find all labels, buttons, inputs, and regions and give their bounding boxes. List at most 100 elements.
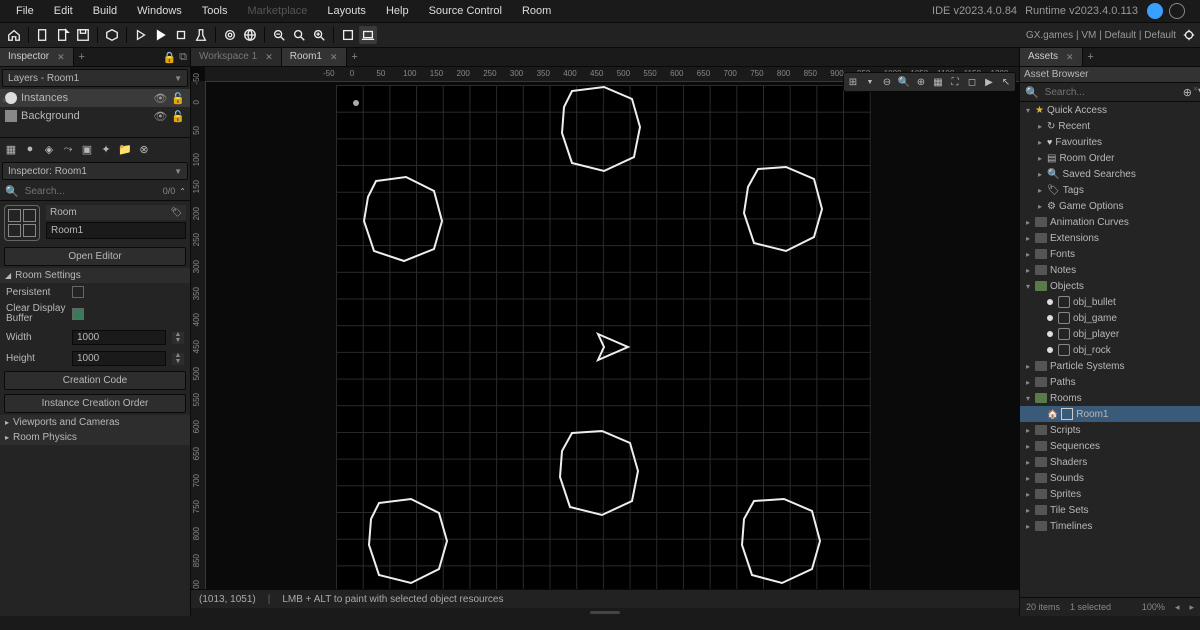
clear-display-checkbox[interactable] bbox=[72, 308, 84, 320]
target-bar[interactable]: GX.games | VM | Default | Default bbox=[1026, 28, 1196, 42]
zoom-reset-icon[interactable]: 🔍 bbox=[896, 74, 912, 90]
tree-node[interactable]: ▸🔍Saved Searches bbox=[1020, 166, 1200, 182]
expand-icon[interactable] bbox=[339, 26, 357, 44]
creation-code-button[interactable]: Creation Code bbox=[4, 371, 186, 390]
canvas-icon[interactable]: ▦ bbox=[930, 74, 946, 90]
add-fx-icon[interactable]: ✦ bbox=[98, 141, 114, 157]
close-icon[interactable]: ✕ bbox=[57, 48, 65, 66]
layer-background[interactable]: Background 👁🔓 bbox=[0, 107, 190, 125]
stop-icon[interactable] bbox=[172, 26, 190, 44]
web-icon[interactable] bbox=[241, 26, 259, 44]
prev-icon[interactable]: ⌃ bbox=[179, 187, 186, 196]
add-asset-icon[interactable]: ▣ bbox=[79, 141, 95, 157]
tree-node[interactable]: ▸🏷Tags bbox=[1020, 182, 1200, 198]
grid-icon[interactable]: ⊞ bbox=[845, 74, 861, 90]
inspector-combo[interactable]: Inspector: Room1▼ bbox=[2, 162, 188, 180]
tree-node[interactable]: ▸Tile Sets bbox=[1020, 502, 1200, 518]
tree-node[interactable]: obj_bullet bbox=[1020, 294, 1200, 310]
eye-icon[interactable]: 👁 bbox=[153, 110, 167, 123]
tree-node[interactable]: ▸Sounds bbox=[1020, 470, 1200, 486]
assets-tab[interactable]: Assets✕ bbox=[1020, 48, 1083, 66]
inspector-tab[interactable]: Inspector✕ bbox=[0, 48, 74, 66]
laptop-icon[interactable] bbox=[359, 26, 377, 44]
physics-header[interactable]: ▸Room Physics bbox=[0, 430, 190, 445]
menu-windows[interactable]: Windows bbox=[127, 0, 192, 22]
tab-workspace[interactable]: Workspace 1✕ bbox=[191, 48, 282, 66]
tab-room1[interactable]: Room1✕ bbox=[282, 48, 347, 66]
tree-node[interactable]: ▸Timelines bbox=[1020, 518, 1200, 534]
tree-node[interactable]: 🏠Room1 bbox=[1020, 406, 1200, 422]
menu-edit[interactable]: Edit bbox=[44, 0, 83, 22]
lock-icon[interactable]: 🔓 bbox=[171, 110, 185, 123]
eye-icon[interactable]: 👁 bbox=[153, 92, 167, 105]
viewports-header[interactable]: ▸Viewports and Cameras bbox=[0, 415, 190, 430]
tree-node[interactable]: ▸Paths bbox=[1020, 374, 1200, 390]
room-canvas[interactable]: -500501001502002503003504004505005506006… bbox=[191, 67, 1019, 589]
add-inst-icon[interactable]: ● bbox=[22, 141, 38, 157]
asset-tree[interactable]: ▾★Quick Access▸↻Recent▸♥Favourites▸▤Room… bbox=[1020, 102, 1200, 597]
tree-node[interactable]: ▸Notes bbox=[1020, 262, 1200, 278]
menu-marketplace[interactable]: Marketplace bbox=[237, 0, 317, 22]
tree-node[interactable]: ▸▤Room Order bbox=[1020, 150, 1200, 166]
lock-icon[interactable]: 🔒 bbox=[162, 51, 176, 64]
width-input[interactable]: 1000 bbox=[72, 330, 166, 345]
room-settings-header[interactable]: ◢Room Settings bbox=[0, 268, 190, 283]
target-icon[interactable] bbox=[221, 26, 239, 44]
view-icon[interactable]: ◻ bbox=[964, 74, 980, 90]
cursor-icon[interactable]: ↖ bbox=[998, 74, 1014, 90]
home-icon[interactable] bbox=[5, 26, 23, 44]
tree-node[interactable]: ▸Animation Curves bbox=[1020, 214, 1200, 230]
tree-node[interactable]: ▾Objects bbox=[1020, 278, 1200, 294]
tree-node[interactable]: ▸Sequences bbox=[1020, 438, 1200, 454]
tree-node[interactable]: ▸Scripts bbox=[1020, 422, 1200, 438]
persistent-checkbox[interactable] bbox=[72, 286, 84, 298]
delete-icon[interactable]: ⊗ bbox=[136, 141, 152, 157]
run-icon[interactable] bbox=[152, 26, 170, 44]
menu-source-control[interactable]: Source Control bbox=[419, 0, 512, 22]
tree-node[interactable]: ▸⚙Game Options bbox=[1020, 198, 1200, 214]
tree-node[interactable]: ▸↻Recent bbox=[1020, 118, 1200, 134]
tag-icon[interactable]: 🏷 bbox=[171, 207, 182, 218]
lock-icon[interactable]: 🔓 bbox=[171, 92, 185, 105]
height-down[interactable]: ▼ bbox=[172, 359, 184, 365]
room-name-field[interactable]: Room1 bbox=[46, 222, 186, 239]
tree-node[interactable]: obj_player bbox=[1020, 326, 1200, 342]
menu-file[interactable]: File bbox=[6, 0, 44, 22]
zoom-in-icon[interactable]: ⊕ bbox=[913, 74, 929, 90]
tree-node[interactable]: obj_game bbox=[1020, 310, 1200, 326]
zoom-out-icon[interactable]: ⊖ bbox=[879, 74, 895, 90]
add-folder-icon[interactable]: 📁 bbox=[117, 141, 133, 157]
tree-node[interactable]: ▸Shaders bbox=[1020, 454, 1200, 470]
tree-node[interactable]: ▸Fonts bbox=[1020, 246, 1200, 262]
debug-icon[interactable] bbox=[132, 26, 150, 44]
fullscreen-icon[interactable]: ⛶ bbox=[947, 74, 963, 90]
user-icon[interactable] bbox=[1147, 3, 1163, 19]
menu-layouts[interactable]: Layouts bbox=[317, 0, 376, 22]
asset-search[interactable] bbox=[1043, 86, 1179, 99]
width-down[interactable]: ▼ bbox=[172, 338, 184, 344]
bottom-drag-handle[interactable] bbox=[191, 608, 1019, 616]
tree-node[interactable]: ▾★Quick Access bbox=[1020, 102, 1200, 118]
add-tab-icon[interactable]: + bbox=[347, 48, 363, 66]
new-icon[interactable] bbox=[34, 26, 52, 44]
add-tile-icon[interactable]: ◈ bbox=[41, 141, 57, 157]
save-icon[interactable] bbox=[74, 26, 92, 44]
open-editor-button[interactable]: Open Editor bbox=[4, 247, 186, 266]
play-icon[interactable]: ▶ bbox=[981, 74, 997, 90]
menu-build[interactable]: Build bbox=[83, 0, 127, 22]
open-icon[interactable] bbox=[54, 26, 72, 44]
tree-node[interactable]: ▸♥Favourites bbox=[1020, 134, 1200, 150]
tree-node[interactable]: ▸Particle Systems bbox=[1020, 358, 1200, 374]
menu-tools[interactable]: Tools bbox=[192, 0, 238, 22]
tree-node[interactable]: ▸Sprites bbox=[1020, 486, 1200, 502]
add-tab-icon[interactable]: + bbox=[1083, 48, 1099, 66]
zoom-out-icon[interactable] bbox=[270, 26, 288, 44]
zoom-in-icon[interactable] bbox=[310, 26, 328, 44]
package-icon[interactable] bbox=[103, 26, 121, 44]
layer-instances[interactable]: Instances 👁🔓 bbox=[0, 89, 190, 107]
inspector-search[interactable] bbox=[23, 185, 159, 198]
layers-dropdown[interactable]: Layers - Room1▼ bbox=[2, 69, 188, 87]
tree-node[interactable]: ▾Rooms bbox=[1020, 390, 1200, 406]
notification-icon[interactable] bbox=[1169, 3, 1185, 19]
menu-room[interactable]: Room bbox=[512, 0, 561, 22]
